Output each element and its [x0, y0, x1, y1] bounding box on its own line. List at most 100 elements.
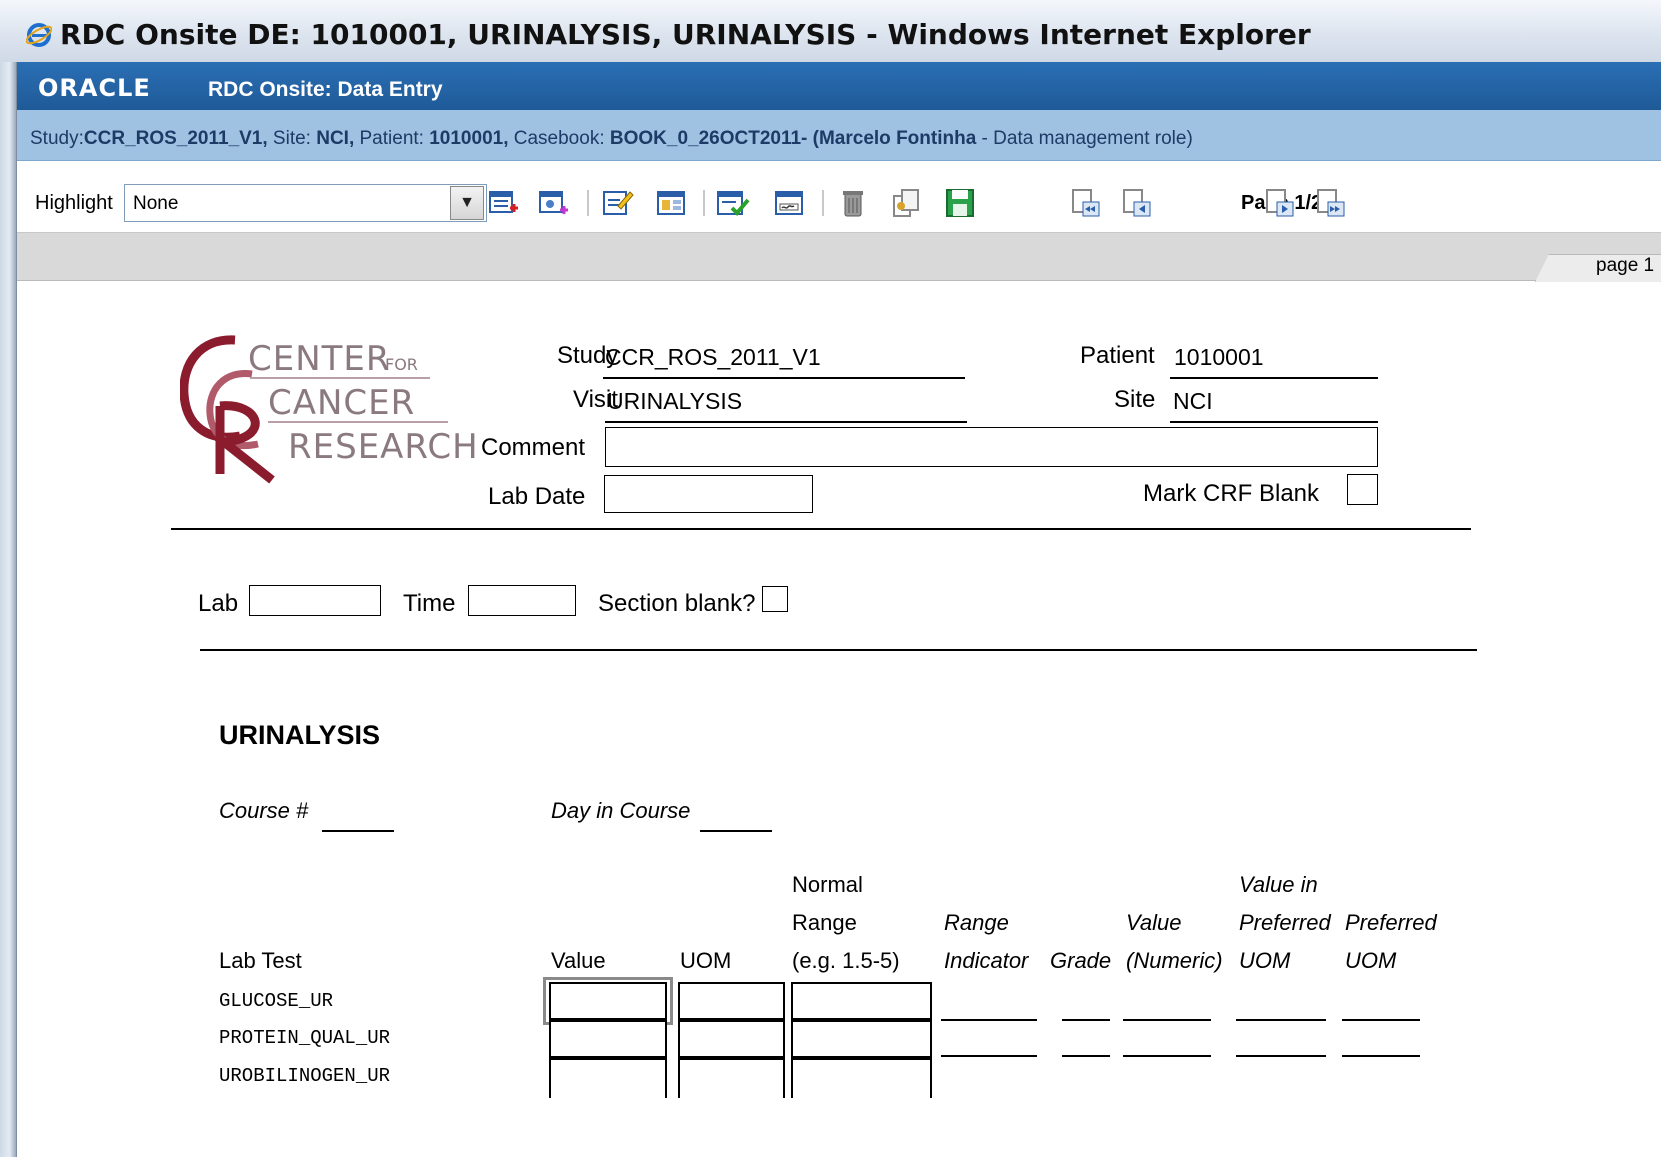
value-input[interactable] — [549, 982, 667, 1020]
preferred-uom-field[interactable] — [1342, 1019, 1420, 1021]
visit-value: URINALYSIS — [607, 388, 743, 414]
copy-document-icon[interactable] — [890, 186, 924, 220]
col-lab-test: Lab Test — [219, 948, 302, 973]
lab-date-label: Lab Date — [488, 483, 586, 510]
next-page-icon[interactable] — [1263, 186, 1297, 220]
normal-range-input[interactable] — [791, 982, 932, 1020]
highlight-label: Highlight — [35, 192, 113, 214]
value-preferred-field[interactable] — [1236, 1019, 1326, 1021]
uom-input[interactable] — [678, 982, 785, 1020]
lab-date-input[interactable] — [604, 475, 813, 513]
patient-label: Patient — [1080, 342, 1155, 369]
first-page-icon[interactable] — [1069, 186, 1103, 220]
course-input[interactable] — [322, 830, 394, 832]
ccr-logo: CENTER FOR CANCER RESEARCH — [180, 335, 478, 484]
range-indicator-field[interactable] — [941, 1019, 1037, 1021]
value-input[interactable] — [549, 1020, 667, 1058]
context-info: Study:CCR_ROS_2011_V1, Site: NCI, Patien… — [30, 128, 1193, 150]
section-divider — [200, 649, 1477, 651]
grade-field[interactable] — [1062, 1055, 1110, 1057]
lab-label: Lab — [198, 590, 239, 617]
course-label: Course # — [219, 798, 309, 823]
oracle-logo: ORACLE — [38, 74, 151, 102]
value-preferred-field[interactable] — [1236, 1055, 1326, 1057]
previous-page-icon[interactable] — [1120, 186, 1154, 220]
context-role: - Data management role) — [976, 128, 1193, 149]
page-tab-strip — [17, 233, 1661, 281]
save-icon[interactable] — [943, 186, 977, 220]
insert-row-icon[interactable] — [486, 186, 520, 220]
col-value-preferred-1: Value in — [1239, 872, 1318, 897]
chevron-down-icon[interactable]: ▼ — [450, 186, 484, 220]
last-page-icon[interactable] — [1314, 186, 1348, 220]
study-value: CCR_ROS_2011_V1 — [605, 344, 821, 370]
preferred-uom-field[interactable] — [1342, 1055, 1420, 1057]
col-value-numeric-1: Value — [1126, 910, 1182, 935]
site-value: NCI — [1173, 388, 1213, 414]
context-site: NCI, — [316, 128, 355, 149]
layout-view-icon[interactable] — [654, 186, 688, 220]
uom-input[interactable] — [678, 1058, 785, 1098]
col-range-indicator-1: Range — [944, 910, 1009, 935]
col-preferred-uom-1: Preferred — [1345, 910, 1437, 935]
visit-underline — [605, 421, 967, 423]
sign-form-icon[interactable] — [772, 186, 806, 220]
section-blank-label: Section blank? — [598, 590, 756, 617]
section-blank-checkbox[interactable] — [762, 586, 788, 612]
mark-crf-blank-label: Mark CRF Blank — [1143, 480, 1320, 507]
grade-field[interactable] — [1062, 1019, 1110, 1021]
normal-range-input[interactable] — [791, 1020, 932, 1058]
edit-note-icon[interactable] — [600, 186, 634, 220]
col-value-numeric-2: (Numeric) — [1126, 948, 1223, 973]
col-value: Value — [551, 948, 606, 973]
app-title: RDC Onsite: Data Entry — [208, 78, 443, 101]
header-divider — [171, 528, 1471, 530]
day-in-course-input[interactable] — [700, 830, 772, 832]
col-value-preferred-2: Preferred — [1239, 910, 1331, 935]
context-casebook: BOOK_0_26OCT2011- (Marcelo Fontinha — [609, 128, 977, 149]
tab-page-1-label[interactable]: page 1 — [1596, 255, 1654, 277]
logo-line-cancer: CANCER — [268, 383, 415, 423]
uom-input[interactable] — [678, 1020, 785, 1058]
value-numeric-field[interactable] — [1123, 1019, 1211, 1021]
col-value-preferred-3: UOM — [1239, 948, 1291, 973]
lab-test-name: UROBILINOGEN_UR — [219, 1065, 391, 1087]
col-grade: Grade — [1050, 948, 1112, 973]
value-numeric-field[interactable] — [1123, 1055, 1211, 1057]
col-normal-range-2: Range — [792, 910, 857, 935]
section-title: URINALYSIS — [219, 720, 381, 750]
patient-underline — [1170, 377, 1378, 379]
highlight-select[interactable] — [124, 184, 487, 222]
verify-check-icon[interactable] — [716, 186, 750, 220]
range-indicator-field[interactable] — [941, 1055, 1037, 1057]
time-label: Time — [403, 590, 456, 617]
day-in-course-label: Day in Course — [551, 798, 691, 823]
comment-input[interactable] — [605, 427, 1378, 467]
mark-crf-blank-checkbox[interactable] — [1347, 474, 1378, 505]
patient-value: 1010001 — [1174, 344, 1264, 370]
col-range-indicator-2: Indicator — [944, 948, 1029, 973]
context-study-label: Study: — [30, 128, 84, 149]
time-input[interactable] — [468, 585, 576, 616]
context-study: CCR_ROS_2011_V1, — [83, 128, 268, 149]
lab-test-name: PROTEIN_QUAL_UR — [219, 1027, 391, 1049]
toolbar-separator — [587, 190, 589, 216]
toolbar-separator — [703, 190, 705, 216]
investigator-comment-icon[interactable] — [536, 186, 570, 220]
logo-line-center: CENTER — [248, 339, 391, 379]
toolbar-separator — [822, 190, 824, 216]
study-underline — [603, 377, 965, 379]
value-input[interactable] — [549, 1058, 667, 1098]
col-normal-range-3: (e.g. 1.5-5) — [792, 948, 900, 973]
lab-input[interactable] — [249, 585, 381, 616]
site-label: Site — [1114, 386, 1156, 413]
trash-icon[interactable] — [836, 186, 870, 220]
window-title: RDC Onsite DE: 1010001, URINALYSIS, URIN… — [60, 18, 1311, 51]
normal-range-input[interactable] — [791, 1058, 932, 1098]
context-patient-label: Patient: — [354, 128, 430, 149]
site-underline — [1170, 421, 1378, 423]
internet-explorer-icon — [26, 23, 52, 47]
window-frame-left — [0, 62, 17, 1157]
lab-test-name: GLUCOSE_UR — [219, 990, 334, 1012]
highlight-select-value[interactable]: None — [133, 193, 178, 215]
